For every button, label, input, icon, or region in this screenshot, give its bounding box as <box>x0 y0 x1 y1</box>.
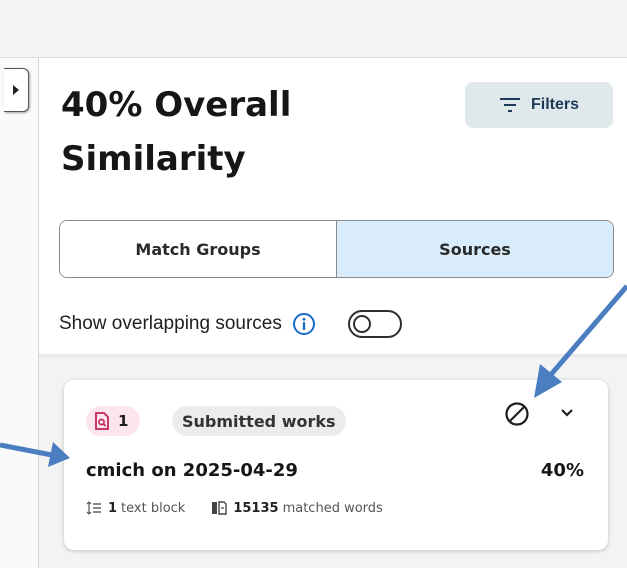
chevron-right-icon <box>13 85 19 95</box>
chevron-down-icon[interactable] <box>560 408 574 418</box>
source-percent: 40% <box>540 460 584 481</box>
document-viewer-edge <box>0 58 39 568</box>
submitted-doc-icon <box>95 412 109 430</box>
matched-words-count: 15135 <box>233 500 279 516</box>
source-rank-badge: 1 <box>86 406 141 436</box>
info-icon[interactable] <box>292 312 316 336</box>
source-name[interactable]: cmich on 2025-04-29 <box>86 460 298 481</box>
source-meta: 1 text block 15135 matched words <box>86 500 383 516</box>
toggle-knob <box>352 315 371 333</box>
collapse-panel-button[interactable] <box>4 68 29 112</box>
overlap-toggle[interactable] <box>347 310 402 338</box>
exclude-icon[interactable] <box>504 401 530 427</box>
view-tabs: Match Groups Sources <box>59 220 614 278</box>
top-bar <box>0 0 627 58</box>
source-rank: 1 <box>118 412 129 430</box>
overlap-label: Show overlapping sources <box>59 313 282 334</box>
page-title: 40% Overall Similarity <box>61 85 292 179</box>
similarity-panel: 40% Overall Similarity Filters Match Gro… <box>39 58 627 568</box>
tab-match-groups[interactable]: Match Groups <box>60 221 336 277</box>
filter-icon <box>499 98 520 112</box>
matched-words-icon <box>212 501 228 515</box>
overlap-row: Show overlapping sources <box>59 306 402 342</box>
filters-label: Filters <box>530 96 579 113</box>
source-type-badge: Submitted works <box>172 406 346 436</box>
text-block-label: text block <box>121 500 186 516</box>
matched-words-label: matched words <box>282 500 383 516</box>
text-block-icon <box>86 501 101 515</box>
text-block-count: 1 <box>108 500 118 516</box>
filters-button[interactable]: Filters <box>465 82 613 128</box>
tab-sources[interactable]: Sources <box>336 221 613 277</box>
source-card[interactable]: 1 Submitted works cmich on 2025-04-29 40… <box>64 380 608 550</box>
